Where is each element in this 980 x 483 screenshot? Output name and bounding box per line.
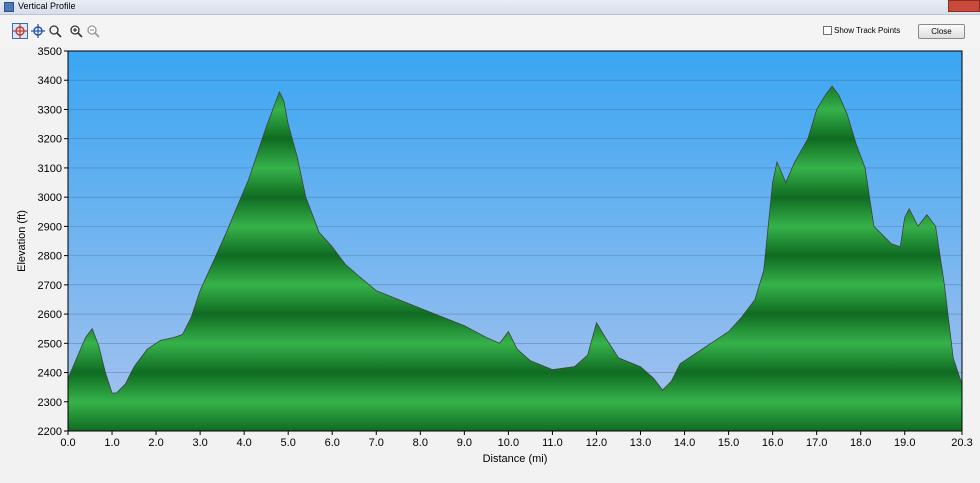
- x-tick-label: 3.0: [192, 437, 207, 449]
- y-tick-label: 2200: [38, 426, 62, 438]
- x-tick-label: 19.0: [894, 437, 915, 449]
- y-tick-label: 3300: [38, 104, 62, 116]
- y-tick-label: 2600: [38, 309, 62, 321]
- x-tick-label: 15.0: [718, 437, 739, 449]
- x-tick-label: 1.0: [104, 437, 119, 449]
- x-tick-label: 0.0: [60, 437, 75, 449]
- x-tick-label: 2.0: [148, 437, 163, 449]
- x-tick-label: 6.0: [325, 437, 340, 449]
- x-tick-label: 14.0: [674, 437, 695, 449]
- y-tick-label: 2700: [38, 280, 62, 292]
- y-tick-label: 3100: [38, 163, 62, 175]
- y-tick-label: 2400: [38, 368, 62, 380]
- x-tick-label: 12.0: [586, 437, 607, 449]
- elevation-profile-chart: 0.0 1.0 2.0 3.0 4.0 5.0 6.0 7.0 8.0 9.0 10.0 11.0 12…: [16, 46, 973, 465]
- x-tick-label: 5.0: [281, 437, 296, 449]
- y-tick-label: 2500: [38, 338, 62, 350]
- x-tick-label: 16.0: [762, 437, 783, 449]
- x-tick-label: 13.0: [630, 437, 651, 449]
- x-tick-label: 4.0: [237, 437, 252, 449]
- x-tick-label: 7.0: [369, 437, 384, 449]
- x-tick-label: 9.0: [457, 437, 472, 449]
- y-tick-label: 3000: [38, 192, 62, 204]
- x-tick-label: 10.0: [498, 437, 519, 449]
- x-tick-label: 20.3: [951, 437, 972, 449]
- y-tick-label: 3200: [38, 134, 62, 146]
- x-tick-label: 17.0: [806, 437, 827, 449]
- y-tick-label: 3400: [38, 75, 62, 87]
- x-axis-label: Distance (mi): [483, 453, 548, 465]
- y-tick-label: 2800: [38, 251, 62, 263]
- y-tick-label: 2900: [38, 221, 62, 233]
- y-tick-label: 2300: [38, 397, 62, 409]
- x-tick-label: 18.0: [850, 437, 871, 449]
- x-tick-label: 8.0: [413, 437, 428, 449]
- x-tick-label: 11.0: [542, 437, 563, 449]
- y-tick-label: 3500: [38, 46, 62, 58]
- y-axis-label: Elevation (ft): [16, 210, 28, 272]
